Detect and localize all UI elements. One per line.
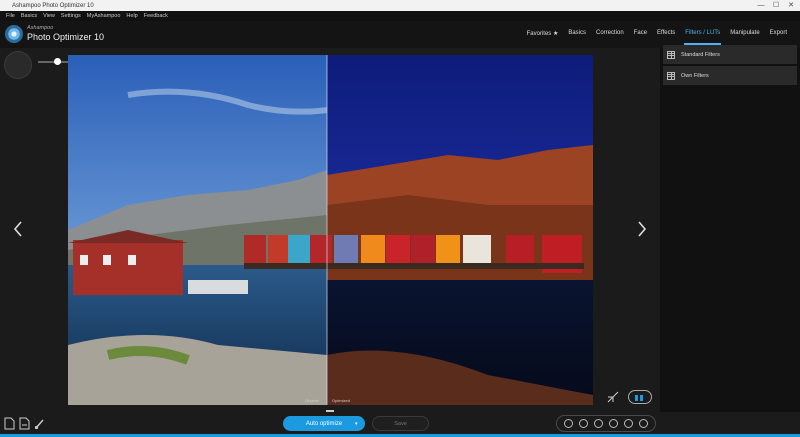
tab-face[interactable]: Face: [629, 30, 652, 37]
main-nav: Favorites ★ Basics Correction Face Effec…: [522, 30, 792, 45]
brush-icon[interactable]: [34, 417, 45, 430]
after-label: Optimized: [332, 398, 351, 403]
panel-item-label: Standard Filters: [681, 51, 720, 58]
scroll-indicator: [326, 410, 334, 412]
panel-item-label: Own Filters: [681, 72, 709, 79]
menu-myashampoo[interactable]: MyAshampoo: [87, 13, 121, 19]
panel-item-standard-filters[interactable]: Standard Filters: [663, 45, 797, 64]
settings-icon[interactable]: [639, 419, 648, 428]
tab-basics[interactable]: Basics: [563, 30, 591, 37]
split-view-toggle[interactable]: [628, 390, 652, 404]
open-file-icon[interactable]: [4, 417, 15, 430]
menu-file[interactable]: File: [6, 13, 15, 19]
app-header: Ashampoo Photo Optimizer 10 Favorites ★ …: [0, 21, 800, 48]
grid-icon: [667, 71, 675, 80]
save-file-icon[interactable]: [19, 417, 30, 430]
close-icon[interactable]: ✕: [784, 0, 798, 11]
wand-icon[interactable]: [564, 419, 573, 428]
menu-help[interactable]: Help: [126, 13, 137, 19]
tab-export[interactable]: Export: [765, 30, 792, 37]
menu-basics[interactable]: Basics: [21, 13, 37, 19]
rotate-right-icon[interactable]: [624, 419, 633, 428]
tab-filters-luts[interactable]: Filters / LUTs: [680, 30, 725, 45]
title-bar: Ashampoo Photo Optimizer 10 — ☐ ✕: [0, 0, 800, 11]
zoom-slider-thumb[interactable]: [54, 58, 61, 65]
grid-icon: [667, 50, 675, 59]
photo-comparison: [68, 55, 593, 405]
brand-company: Ashampoo: [27, 25, 54, 31]
compare-icon[interactable]: [606, 390, 620, 404]
tab-favorites[interactable]: Favorites ★: [522, 30, 564, 37]
chevron-left-icon[interactable]: [12, 220, 24, 238]
app-title: Ashampoo Photo Optimizer 10: [12, 2, 94, 9]
filter-panel: Standard Filters Own Filters: [660, 45, 800, 437]
brand-product: Photo Optimizer 10: [27, 32, 105, 42]
chevron-down-icon[interactable]: ▾: [355, 421, 358, 427]
menu-feedback[interactable]: Feedback: [144, 13, 168, 19]
minimize-icon[interactable]: —: [754, 0, 768, 11]
maximize-icon[interactable]: ☐: [769, 0, 783, 11]
auto-optimize-button[interactable]: Auto optimize: [283, 416, 365, 431]
tab-manipulate[interactable]: Manipulate: [725, 30, 764, 37]
photo-viewer[interactable]: Original Optimized: [68, 55, 593, 405]
save-button[interactable]: Save: [372, 416, 429, 431]
menu-bar: File Basics View Settings MyAshampoo Hel…: [0, 11, 800, 21]
logo-icon: [5, 25, 23, 43]
rotate-left-icon[interactable]: [609, 419, 618, 428]
panel-item-own-filters[interactable]: Own Filters: [663, 66, 797, 85]
before-label: Original: [305, 398, 319, 403]
navigation-knob[interactable]: [4, 51, 32, 79]
tool-strip: [556, 415, 656, 432]
tab-effects[interactable]: Effects: [652, 30, 680, 37]
undo-icon[interactable]: [579, 419, 588, 428]
tab-correction[interactable]: Correction: [591, 30, 629, 37]
chevron-right-icon[interactable]: [636, 220, 648, 238]
menu-view[interactable]: View: [43, 13, 55, 19]
redo-icon[interactable]: [594, 419, 603, 428]
menu-settings[interactable]: Settings: [61, 13, 81, 19]
